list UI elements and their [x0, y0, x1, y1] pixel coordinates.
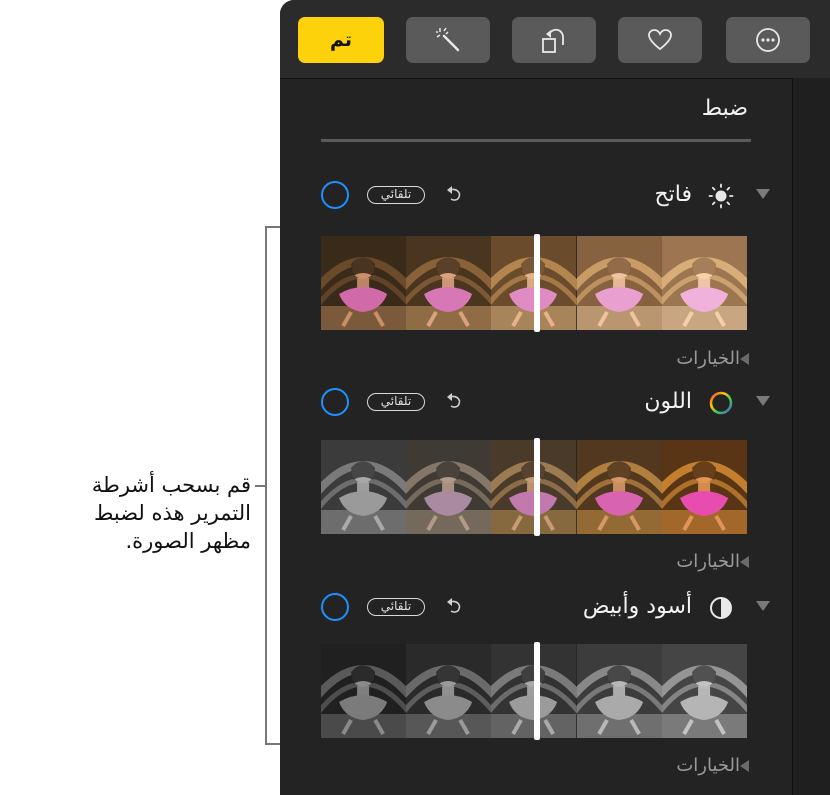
slider-thumbnail — [406, 440, 492, 534]
chevron-down-icon[interactable] — [756, 189, 770, 199]
auto-light-button[interactable]: تلقائي — [367, 186, 425, 204]
toggle-color[interactable] — [321, 388, 349, 416]
options-bw-arrow-icon[interactable] — [740, 760, 749, 772]
favorite-button[interactable] — [618, 17, 702, 63]
section-bw-header[interactable]: تلقائي أسود وأبيض — [280, 593, 792, 633]
slider-thumbnail — [321, 644, 407, 738]
auto-bw-button[interactable]: تلقائي — [367, 598, 425, 616]
section-color-label: اللون — [644, 389, 692, 414]
rotate-icon — [539, 25, 569, 55]
title-divider — [321, 139, 751, 142]
light-slider-knob[interactable] — [534, 234, 540, 332]
slider-thumbnail — [576, 644, 662, 738]
bw-slider-knob[interactable] — [534, 642, 540, 740]
done-button[interactable]: تم — [298, 17, 384, 63]
slider-thumbnail — [661, 236, 747, 330]
more-button[interactable] — [726, 17, 810, 63]
auto-enhance-button[interactable] — [406, 17, 490, 63]
panel-title: ضبط — [701, 96, 748, 121]
toggle-light[interactable] — [321, 181, 349, 209]
auto-color-button[interactable]: تلقائي — [367, 393, 425, 411]
options-bw-link[interactable]: الخيارات — [676, 754, 740, 778]
undo-icon[interactable] — [444, 596, 464, 616]
slider-thumbnail — [406, 644, 492, 738]
sun-icon — [708, 183, 734, 209]
slider-thumbnail — [321, 236, 407, 330]
adjust-panel: تم ضبط تلقائي فاتح الخيارات تلقائي اللون… — [280, 0, 830, 795]
slider-thumbnail — [661, 644, 747, 738]
chevron-down-icon[interactable] — [756, 396, 770, 406]
slider-thumbnail — [576, 236, 662, 330]
options-light-link[interactable]: الخيارات — [676, 347, 740, 371]
magic-wand-icon — [434, 26, 462, 54]
color-slider-knob[interactable] — [534, 438, 540, 536]
slider-thumbnail — [576, 440, 662, 534]
heart-icon — [647, 28, 673, 52]
callout-pointer — [255, 485, 265, 487]
section-bw-label: أسود وأبيض — [582, 594, 692, 619]
callout-bracket — [265, 226, 267, 745]
chevron-down-icon[interactable] — [756, 601, 770, 611]
undo-icon[interactable] — [444, 184, 464, 204]
toolbar: تم — [280, 0, 830, 79]
ellipsis-circle-icon — [755, 27, 781, 53]
undo-icon[interactable] — [444, 391, 464, 411]
callout-text: قم بسحب أشرطة التمرير هذه لضبط مظهر الصو… — [91, 473, 251, 553]
toggle-bw[interactable] — [321, 593, 349, 621]
section-light-label: فاتح — [654, 182, 692, 207]
options-light-arrow-icon[interactable] — [740, 353, 749, 365]
color-wheel-icon — [709, 391, 733, 415]
side-strip — [793, 78, 830, 795]
slider-thumbnail — [661, 440, 747, 534]
options-color-link[interactable]: الخيارات — [676, 550, 740, 574]
options-color-arrow-icon[interactable] — [740, 556, 749, 568]
section-color-header[interactable]: تلقائي اللون — [280, 388, 792, 428]
slider-thumbnail — [406, 236, 492, 330]
section-light-header[interactable]: تلقائي فاتح — [280, 181, 792, 221]
rotate-button[interactable] — [512, 17, 596, 63]
half-circle-icon — [710, 597, 732, 619]
slider-thumbnail — [321, 440, 407, 534]
